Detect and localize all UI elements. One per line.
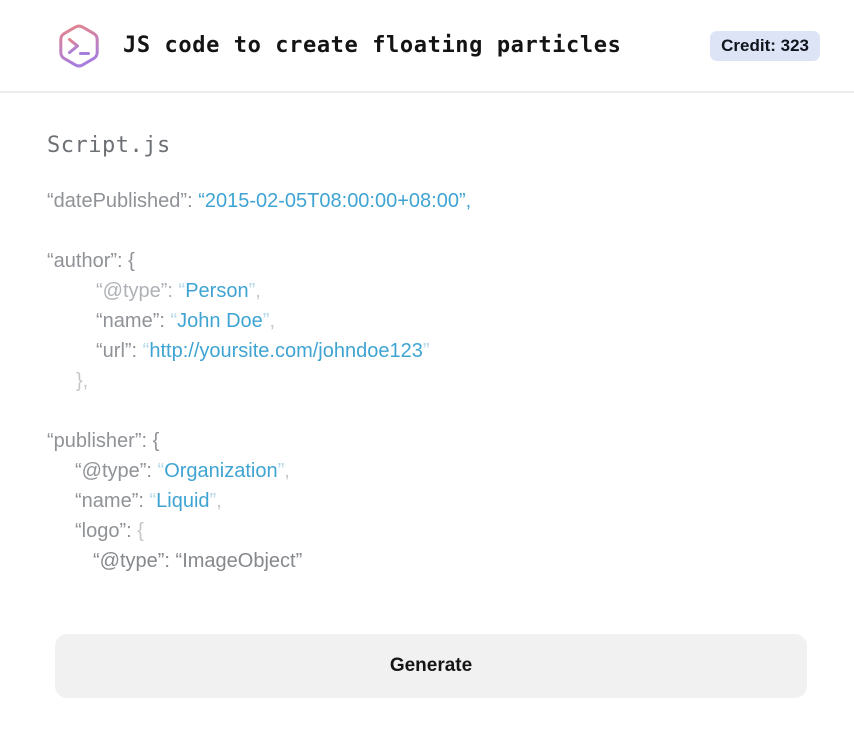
- code-segment: “url”:: [96, 340, 143, 362]
- code-block: “datePublished”: “2015-02-05T08:00:00+08…: [47, 186, 807, 576]
- code-segment: ,: [255, 280, 261, 302]
- script-filename: Script.js: [47, 133, 171, 158]
- code-segment: “@type”: “ImageObject”: [93, 550, 303, 572]
- code-line: “author”: {: [47, 246, 807, 276]
- code-segment: “@type”:: [75, 460, 158, 482]
- code-line: “logo”: {: [47, 516, 807, 546]
- page-title: JS code to create floating particles: [123, 33, 622, 58]
- terminal-logo-icon: [59, 24, 99, 67]
- code-segment: Organization: [164, 460, 278, 482]
- code-line: “@type”: “ImageObject”: [47, 546, 807, 576]
- code-line: “name”: “Liquid”,: [47, 486, 807, 516]
- code-segment: “author”: {: [47, 250, 135, 272]
- code-line: “publisher”: {: [47, 426, 807, 456]
- code-segment: http://yoursite.com/johndoe123: [149, 340, 423, 362]
- code-segment: },: [76, 370, 89, 392]
- header: JS code to create floating particles Cre…: [0, 0, 854, 93]
- code-segment: “name”:: [75, 490, 150, 512]
- code-segment: “@type”:: [96, 280, 179, 302]
- code-segment: ,: [216, 490, 222, 512]
- code-segment: Person: [185, 280, 249, 302]
- code-segment: “logo”:: [75, 520, 138, 542]
- code-segment: “2015-02-05T08:00:00+08:00”,: [198, 190, 472, 212]
- code-segment: ,: [269, 310, 275, 332]
- code-segment: “name”:: [96, 310, 171, 332]
- main-content: Script.js “datePublished”: “2015-02-05T0…: [0, 133, 854, 698]
- code-line: “name”: “John Doe”,: [47, 306, 807, 336]
- code-segment: “datePublished”:: [47, 190, 199, 212]
- code-segment: “publisher”: {: [47, 430, 160, 452]
- code-segment: John Doe: [177, 310, 263, 332]
- code-line: “@type”: “Organization”,: [47, 456, 807, 486]
- code-segment: Liquid: [156, 490, 210, 512]
- code-line: },: [47, 366, 807, 396]
- code-line: “@type”: “Person”,: [47, 276, 807, 306]
- credit-badge: Credit: 323: [710, 30, 820, 61]
- code-segment: {: [137, 520, 144, 542]
- generate-button[interactable]: Generate: [55, 634, 807, 698]
- code-segment: ,: [284, 460, 290, 482]
- code-line: “url”: “http://yoursite.com/johndoe123”: [47, 336, 807, 366]
- code-segment: ”: [422, 340, 430, 362]
- code-line: “datePublished”: “2015-02-05T08:00:00+08…: [47, 186, 807, 216]
